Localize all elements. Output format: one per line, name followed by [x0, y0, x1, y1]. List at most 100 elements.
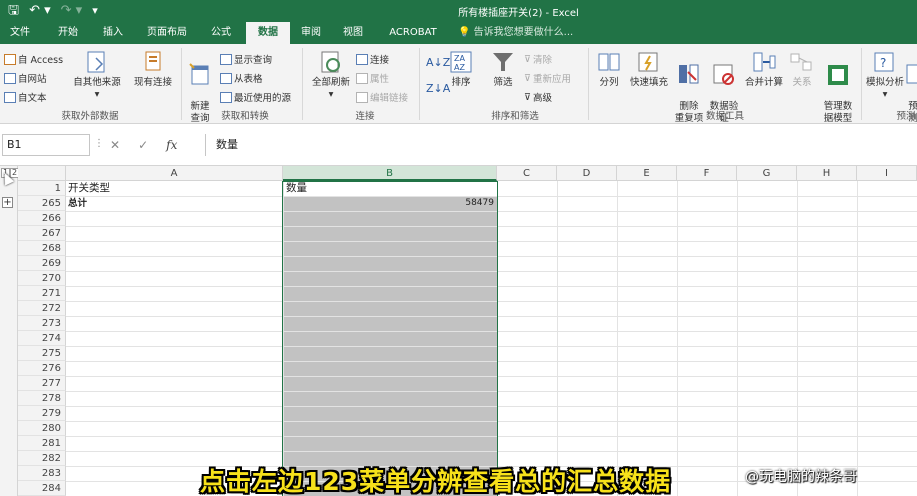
row-header[interactable]: 284: [18, 481, 66, 496]
connections-button[interactable]: 连接: [356, 52, 389, 66]
connections-icon: [356, 53, 368, 65]
column-header-i[interactable]: I: [857, 166, 917, 181]
globe-icon: [4, 72, 16, 84]
select-all-corner[interactable]: [18, 166, 66, 181]
row-header[interactable]: 273: [18, 316, 66, 331]
row-header[interactable]: 275: [18, 346, 66, 361]
refresh-all-button[interactable]: 全部刷新 ▾: [306, 50, 356, 101]
column-header-c[interactable]: C: [497, 166, 557, 181]
group-separator: [181, 48, 182, 120]
show-queries-button[interactable]: 显示查询: [220, 52, 272, 66]
title-bar: 🖫 ↶ ▾ ↷ ▾ ▾ 所有楼插座开关(2) - Excel: [0, 0, 917, 22]
formula-input[interactable]: 数量: [205, 134, 917, 156]
gridline: [737, 181, 738, 496]
row-header[interactable]: 279: [18, 406, 66, 421]
worksheet-grid[interactable]: 1 2 3 + A B C D E F G H I 1 265 266 267 …: [0, 166, 917, 496]
column-header-a[interactable]: A: [66, 166, 283, 181]
text-file-icon: [4, 91, 16, 103]
reapply-button[interactable]: ⊽ 重新应用: [524, 71, 571, 86]
name-box[interactable]: B1: [2, 134, 90, 156]
row-header[interactable]: 270: [18, 271, 66, 286]
from-table-button[interactable]: 从表格: [220, 71, 263, 85]
from-text-button[interactable]: 自文本: [4, 90, 47, 104]
tab-view[interactable]: 视图: [336, 22, 370, 44]
data-validation-icon: [711, 62, 737, 86]
edit-links-button[interactable]: 编辑链接: [356, 90, 408, 104]
row-header[interactable]: 269: [18, 256, 66, 271]
reapply-icon: ⊽: [524, 72, 531, 84]
column-header-h[interactable]: H: [797, 166, 857, 181]
svg-text:?: ?: [880, 56, 886, 70]
column-header-b[interactable]: B: [283, 166, 497, 181]
tab-data[interactable]: 数据: [246, 22, 290, 44]
group-label-connections: 连接: [355, 111, 375, 122]
ribbon: 自 Access 自网站 自文本 自其他来源 ▾ 现有连接 获取外部数据 新建 …: [0, 44, 917, 136]
tab-acrobat[interactable]: ACROBAT: [380, 22, 446, 44]
cell-a265[interactable]: 总计: [68, 196, 87, 211]
row-header[interactable]: 266: [18, 211, 66, 226]
row-header[interactable]: 281: [18, 436, 66, 451]
relationships-icon: [789, 50, 815, 74]
gridline: [677, 181, 678, 496]
group-separator: [419, 48, 420, 120]
tab-formulas[interactable]: 公式: [202, 22, 240, 44]
sort-button[interactable]: ZA AZ 排序: [446, 50, 476, 89]
expand-group-icon[interactable]: +: [2, 197, 13, 208]
row-header[interactable]: 271: [18, 286, 66, 301]
column-header-d[interactable]: D: [557, 166, 617, 181]
cell-a1[interactable]: 开关类型: [68, 181, 110, 196]
row-header[interactable]: 268: [18, 241, 66, 256]
what-if-icon: ?: [872, 50, 898, 74]
clear-filter-button[interactable]: ⊽ 清除: [524, 52, 552, 67]
from-access-button[interactable]: 自 Access: [4, 52, 63, 66]
row-header[interactable]: 265: [18, 196, 66, 211]
consolidate-button[interactable]: 合并计算: [742, 50, 786, 89]
recent-sources-button[interactable]: 最近使用的源: [220, 90, 291, 104]
row-header[interactable]: 277: [18, 376, 66, 391]
tab-home[interactable]: 开始: [50, 22, 86, 44]
row-header[interactable]: 283: [18, 466, 66, 481]
what-if-analysis-button[interactable]: ? 模拟分析 ▾: [862, 50, 908, 101]
advanced-filter-icon: ⊽: [524, 91, 531, 103]
data-model-icon: [825, 62, 851, 86]
text-to-columns-icon: [596, 50, 622, 74]
row-header[interactable]: 276: [18, 361, 66, 376]
advanced-filter-button[interactable]: ⊽ 高级: [524, 90, 552, 105]
row-header[interactable]: 272: [18, 301, 66, 316]
group-separator: [588, 48, 589, 120]
tell-me-search[interactable]: 💡 告诉我您想要做什么...: [458, 22, 573, 44]
window-title: 所有楼插座开关(2) - Excel: [458, 8, 579, 19]
existing-connections-button[interactable]: 现有连接: [130, 50, 176, 89]
filter-button[interactable]: 筛选: [486, 50, 520, 89]
row-header[interactable]: 278: [18, 391, 66, 406]
from-web-button[interactable]: 自网站: [4, 71, 47, 85]
cancel-icon[interactable]: ✕: [110, 138, 120, 152]
column-header-g[interactable]: G: [737, 166, 797, 181]
name-box-dropdown-icon[interactable]: ⋮: [94, 138, 104, 149]
row-header[interactable]: 1: [18, 181, 66, 196]
edit-links-icon: [356, 91, 368, 103]
tab-file[interactable]: 文件: [0, 22, 40, 44]
row-header[interactable]: 280: [18, 421, 66, 436]
clear-filter-icon: ⊽: [524, 53, 531, 65]
from-other-sources-button[interactable]: 自其他来源 ▾: [70, 50, 124, 101]
insert-function-icon[interactable]: fx: [166, 138, 177, 152]
relationships-button[interactable]: 关系: [786, 50, 818, 89]
tab-page-layout[interactable]: 页面布局: [140, 22, 194, 44]
enter-icon[interactable]: ✓: [138, 138, 148, 152]
tab-insert[interactable]: 插入: [94, 22, 132, 44]
column-header-e[interactable]: E: [617, 166, 677, 181]
text-to-columns-button[interactable]: 分列: [592, 50, 626, 89]
refresh-icon: [318, 50, 344, 74]
gridline: [857, 181, 858, 496]
properties-button[interactable]: 属性: [356, 71, 389, 85]
video-subtitle: 点击左边123菜单分辨查看总的汇总数据: [200, 467, 672, 496]
tab-review[interactable]: 审阅: [294, 22, 328, 44]
row-header[interactable]: 282: [18, 451, 66, 466]
column-header-f[interactable]: F: [677, 166, 737, 181]
forecast-icon: [906, 62, 917, 86]
new-query-icon: [187, 62, 213, 86]
row-header[interactable]: 274: [18, 331, 66, 346]
flash-fill-button[interactable]: 快速填充: [626, 50, 672, 89]
row-header[interactable]: 267: [18, 226, 66, 241]
